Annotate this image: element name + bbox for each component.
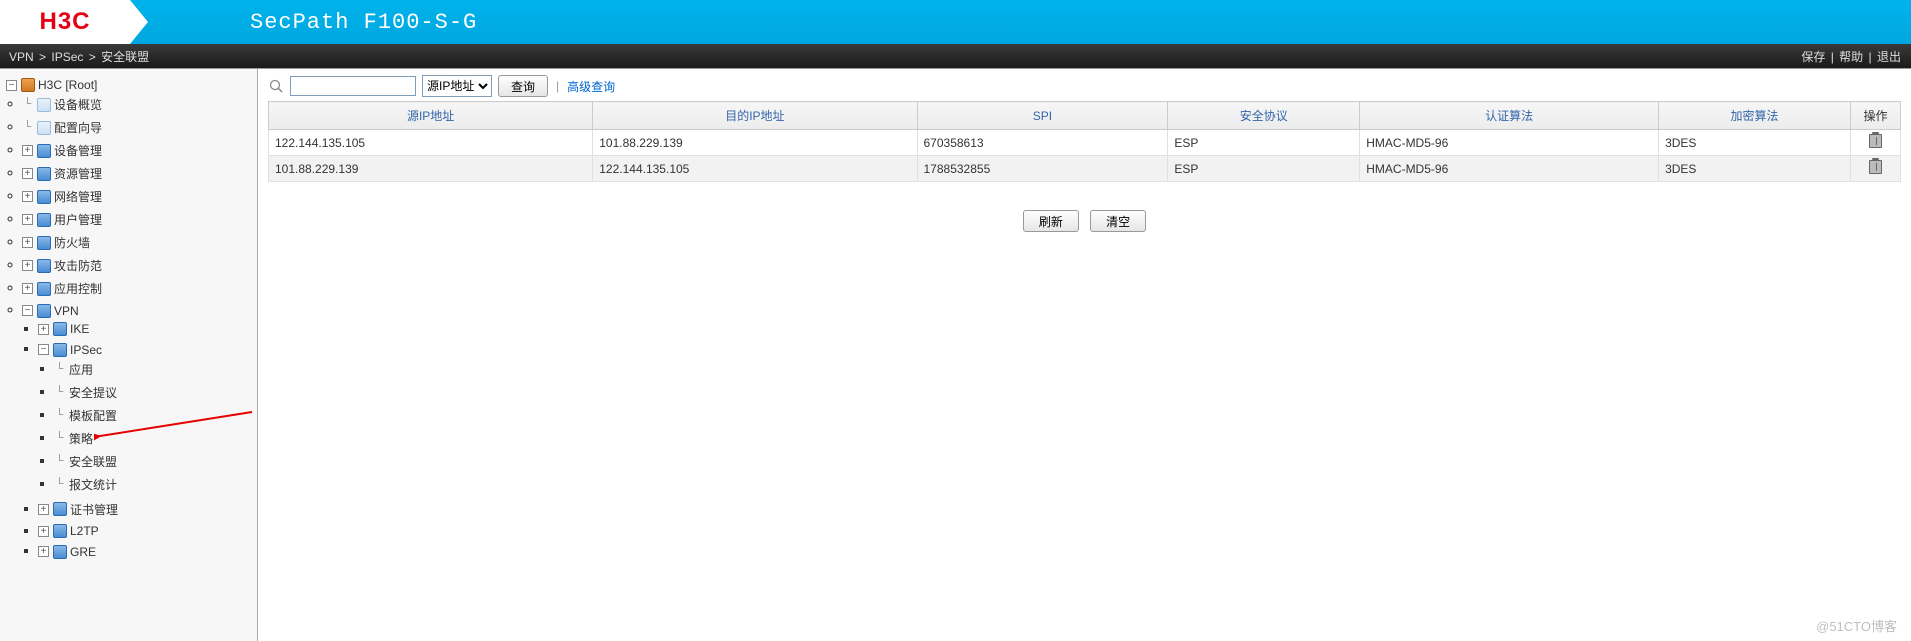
tree-root[interactable]: − H3C [Root] <box>6 77 257 93</box>
tree-item-ipsec[interactable]: −IPSec <box>38 342 257 358</box>
advanced-search-link[interactable]: 高级查询 <box>567 78 615 95</box>
tree-item-ipsec-sa[interactable]: └安全联盟 <box>54 452 257 471</box>
search-field-select[interactable]: 源IP地址 <box>422 75 492 97</box>
tree-item-ike[interactable]: +IKE <box>38 321 257 337</box>
folder-icon <box>53 545 67 559</box>
search-bar: 源IP地址 查询 | 高级查询 <box>268 75 1901 97</box>
tree-item-ipsec-apply[interactable]: └应用 <box>54 360 257 379</box>
watermark: @51CTO博客 <box>1816 616 1897 635</box>
header: H3C SecPath F100-S-G <box>0 0 1911 44</box>
help-link[interactable]: 帮助 <box>1839 50 1863 64</box>
folder-icon <box>53 343 67 357</box>
folder-icon <box>37 144 51 158</box>
tree-item-user[interactable]: +用户管理 <box>22 210 257 229</box>
folder-icon <box>37 167 51 181</box>
folder-icon <box>37 213 51 227</box>
tree-item-overview[interactable]: └设备概览 <box>22 95 257 114</box>
expand-icon[interactable]: + <box>22 283 33 294</box>
folder-icon <box>37 190 51 204</box>
expand-icon[interactable]: + <box>38 324 49 335</box>
search-button[interactable]: 查询 <box>498 75 548 97</box>
expand-icon[interactable]: + <box>22 260 33 271</box>
col-auth[interactable]: 认证算法 <box>1360 102 1659 130</box>
delete-icon[interactable] <box>1869 134 1882 148</box>
tree-item-ipsec-template[interactable]: └模板配置 <box>54 406 257 425</box>
top-links: 保存 | 帮助 | 退出 <box>1799 48 1903 65</box>
clear-button[interactable]: 清空 <box>1090 210 1146 232</box>
breadcrumb-item[interactable]: VPN <box>9 50 34 64</box>
folder-icon <box>37 259 51 273</box>
leaf-icon: └ <box>22 99 33 110</box>
expand-icon[interactable]: + <box>22 168 33 179</box>
main: − H3C [Root] └设备概览 └配置向导 +设备管理 +资源管理 +网络… <box>0 68 1911 641</box>
leaf-icon: └ <box>54 456 65 467</box>
expand-icon[interactable]: + <box>22 145 33 156</box>
tree-item-resource[interactable]: +资源管理 <box>22 164 257 183</box>
tree-item-gre[interactable]: +GRE <box>38 544 257 560</box>
tree-item-l2tp[interactable]: +L2TP <box>38 523 257 539</box>
action-buttons: 刷新 清空 <box>268 210 1901 232</box>
expand-icon[interactable]: + <box>38 504 49 515</box>
tree-item-ipsec-stats[interactable]: └报文统计 <box>54 475 257 494</box>
breadcrumb-path: VPN > IPSec > 安全联盟 <box>8 48 150 65</box>
refresh-button[interactable]: 刷新 <box>1023 210 1079 232</box>
col-op: 操作 <box>1851 102 1901 130</box>
sa-table: 源IP地址 目的IP地址 SPI 安全协议 认证算法 加密算法 操作 122.1… <box>268 101 1901 182</box>
search-icon <box>268 78 284 94</box>
folder-icon <box>53 322 67 336</box>
content: 源IP地址 查询 | 高级查询 源IP地址 目的IP地址 SPI 安全协议 认证… <box>258 69 1911 641</box>
sidebar: − H3C [Root] └设备概览 └配置向导 +设备管理 +资源管理 +网络… <box>0 69 258 641</box>
device-title: SecPath F100-S-G <box>250 10 477 35</box>
tree-item-vpn[interactable]: −VPN <box>22 303 257 319</box>
logo: H3C <box>0 0 130 44</box>
table-row: 122.144.135.105 101.88.229.139 670358613… <box>269 130 1901 156</box>
folder-icon <box>37 282 51 296</box>
logout-link[interactable]: 退出 <box>1877 50 1901 64</box>
tree-item-appctrl[interactable]: +应用控制 <box>22 279 257 298</box>
tree-item-ipsec-proposal[interactable]: └安全提议 <box>54 383 257 402</box>
leaf-icon: └ <box>54 364 65 375</box>
tree-item-wizard[interactable]: └配置向导 <box>22 118 257 137</box>
folder-icon <box>37 304 51 318</box>
tree-item-cert[interactable]: +证书管理 <box>38 500 257 519</box>
collapse-icon[interactable]: − <box>22 305 33 316</box>
col-src[interactable]: 源IP地址 <box>269 102 593 130</box>
leaf-icon: └ <box>54 479 65 490</box>
breadcrumb-item[interactable]: IPSec <box>51 50 83 64</box>
col-enc[interactable]: 加密算法 <box>1659 102 1851 130</box>
logo-text: H3C <box>39 8 90 36</box>
col-dst[interactable]: 目的IP地址 <box>593 102 917 130</box>
folder-icon <box>53 502 67 516</box>
leaf-icon: └ <box>54 433 65 444</box>
leaf-icon: └ <box>54 387 65 398</box>
folder-icon <box>37 236 51 250</box>
expand-icon[interactable]: + <box>22 237 33 248</box>
collapse-icon[interactable]: − <box>6 80 17 91</box>
expand-icon[interactable]: + <box>38 546 49 557</box>
collapse-icon[interactable]: − <box>38 344 49 355</box>
folder-icon <box>53 524 67 538</box>
tree-item-ipsec-policy[interactable]: └策略 <box>54 429 257 448</box>
delete-icon[interactable] <box>1869 160 1882 174</box>
tree-item-device[interactable]: +设备管理 <box>22 141 257 160</box>
expand-icon[interactable]: + <box>38 526 49 537</box>
expand-icon[interactable]: + <box>22 191 33 202</box>
expand-icon[interactable]: + <box>22 214 33 225</box>
tree-item-firewall[interactable]: +防火墙 <box>22 233 257 252</box>
save-link[interactable]: 保存 <box>1801 50 1825 64</box>
breadcrumb-item: 安全联盟 <box>101 50 149 64</box>
doc-icon <box>37 121 51 135</box>
search-input[interactable] <box>290 76 416 96</box>
tree-item-attack[interactable]: +攻击防范 <box>22 256 257 275</box>
tree-item-network[interactable]: +网络管理 <box>22 187 257 206</box>
root-icon <box>21 78 35 92</box>
breadcrumb: VPN > IPSec > 安全联盟 保存 | 帮助 | 退出 <box>0 44 1911 68</box>
col-proto[interactable]: 安全协议 <box>1168 102 1360 130</box>
doc-icon <box>37 98 51 112</box>
leaf-icon: └ <box>54 410 65 421</box>
leaf-icon: └ <box>22 122 33 133</box>
table-row: 101.88.229.139 122.144.135.105 178853285… <box>269 156 1901 182</box>
col-spi[interactable]: SPI <box>917 102 1168 130</box>
